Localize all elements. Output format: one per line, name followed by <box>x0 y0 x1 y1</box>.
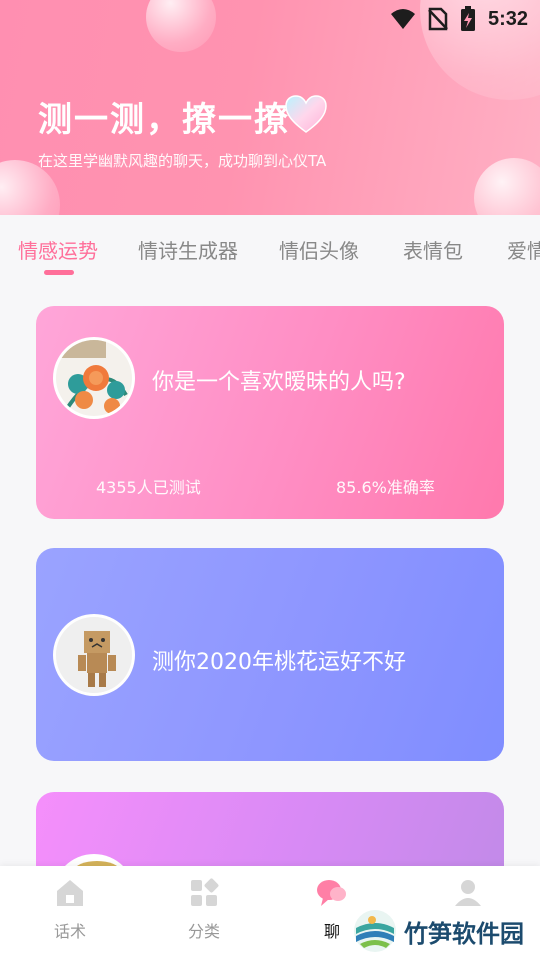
watermark-text: 竹笋软件园 <box>404 919 524 948</box>
wifi-icon <box>390 9 415 29</box>
tab-stickers[interactable]: 表情包 <box>403 235 463 264</box>
chat-bubble-icon <box>317 880 346 906</box>
battery-charging-icon <box>460 6 475 31</box>
heart-icon <box>285 95 327 133</box>
home-icon <box>57 880 83 906</box>
test-count: 4355人已测试 <box>96 478 201 497</box>
card-title: 测你2020年桃花运好不好 <box>152 650 406 675</box>
quiz-card[interactable]: 你是一个喜欢暧昧的人吗? 4355人已测试 85.6%准确率 <box>36 306 504 519</box>
grid-icon <box>191 878 219 906</box>
nav-label: 分类 <box>187 922 220 941</box>
hero-banner: 5:32 测一测，撩一撩 在这里学幽默风趣的聊天，成功聊到心仪TA <box>0 0 540 215</box>
nav-label: 话术 <box>53 922 86 941</box>
tab-indicator <box>44 270 74 275</box>
status-time: 5:32 <box>487 7 528 30</box>
tab-love-poem-generator[interactable]: 情诗生成器 <box>138 235 238 264</box>
card-title: 你是一个喜欢暧昧的人吗? <box>152 370 406 395</box>
tab-emotional-fortune[interactable]: 情感运势 <box>18 235 98 264</box>
hero-title: 测一测，撩一撩 <box>38 100 290 140</box>
status-bar: 5:32 <box>0 0 540 40</box>
bubble-decoration <box>474 158 540 215</box>
tab-love[interactable]: 爱情 <box>507 235 540 264</box>
nav-item-tips[interactable]: 话术 <box>30 876 110 942</box>
nav-item-category[interactable]: 分类 <box>164 876 244 942</box>
hero-subtitle: 在这里学幽默风趣的聊天，成功聊到心仪TA <box>38 152 327 170</box>
embroidery-flower-avatar <box>53 337 135 419</box>
cardboard-robot-avatar <box>53 614 135 696</box>
accuracy-rate: 85.6%准确率 <box>336 478 435 497</box>
category-tabs: 情感运势 情诗生成器 情侣头像 表情包 爱情 <box>0 215 540 285</box>
tab-couple-avatar[interactable]: 情侣头像 <box>279 235 359 264</box>
user-icon <box>455 880 481 906</box>
watermark: 竹笋软件园 <box>352 908 524 954</box>
no-sim-icon <box>428 7 448 31</box>
quiz-card[interactable]: 测你2020年桃花运好不好 <box>36 548 504 761</box>
bamboo-logo-icon <box>354 910 396 952</box>
